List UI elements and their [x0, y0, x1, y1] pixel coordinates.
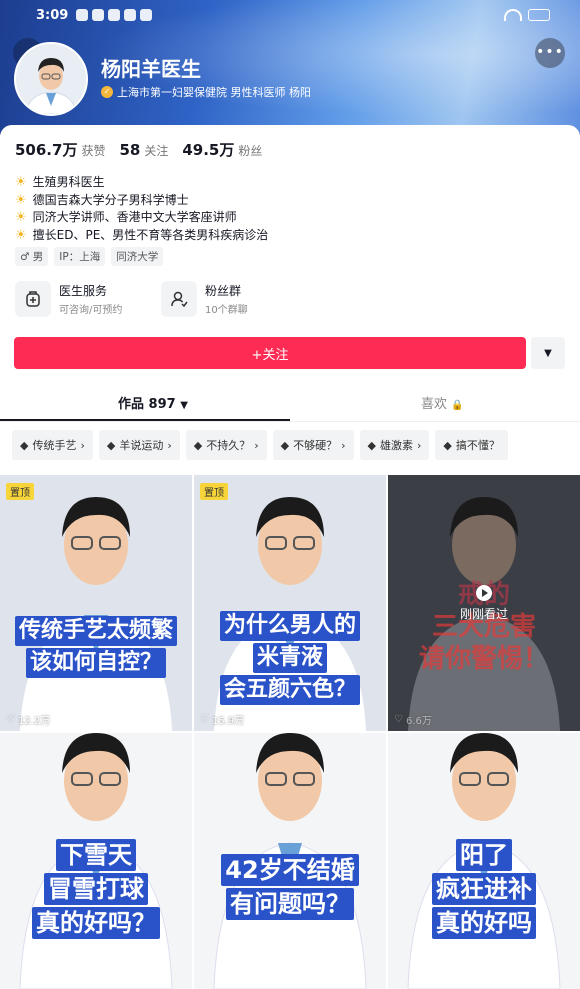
bio-line: ☀ 德国吉森大学分子男科学博士 [15, 192, 189, 208]
notification-icon [76, 9, 89, 21]
sun-icon: ☀ [15, 210, 27, 225]
notification-icon [124, 9, 137, 21]
notification-icon [92, 9, 105, 21]
layers-icon: ◆ [106, 438, 116, 452]
more-options-button[interactable]: ••• [535, 38, 565, 68]
tab-works[interactable]: 作品 897 ▼ [118, 393, 188, 412]
chevron-right-icon: › [80, 438, 85, 452]
wifi-icon [504, 9, 522, 21]
pinned-badge: 置顶 [6, 483, 34, 500]
collection-chip[interactable]: ◆ 搞不懂？ [435, 430, 508, 460]
collection-chip[interactable]: ◆ 雄激素 › [359, 430, 430, 460]
pinned-badge: 置顶 [200, 483, 228, 500]
service-subtitle: 可咨询/可预约 [59, 305, 123, 316]
bio-line: ☀ 同济大学讲师、香港中文大学客座讲师 [15, 210, 237, 225]
video-likes: ♡ 12.2万 [6, 714, 51, 727]
medical-service-icon [15, 281, 51, 317]
collection-chip[interactable]: ◆ 不持久？ › [185, 430, 267, 460]
active-tab-indicator [0, 419, 290, 421]
video-likes: ♡ 15.9万 [200, 714, 245, 727]
layers-icon: ◆ [193, 438, 203, 452]
profile-stats: 506.7万 获赞 58 关注 49.5万 粉丝 [15, 139, 262, 160]
verified-badge-icon: ✓ [101, 86, 113, 98]
video-caption: 为什么男人的 米青液 会五颜六色？ [194, 610, 386, 706]
video-likes: ♡ 6.6万 [394, 714, 432, 727]
video-thumbnail[interactable]: 42岁不结婚 有问题吗？ [194, 733, 386, 989]
sun-icon: ☀ [15, 175, 27, 190]
gender-tag: ♂ 男 [15, 247, 49, 266]
caret-down-icon: ▼ [180, 400, 188, 411]
notification-icon [140, 9, 153, 21]
school-tag[interactable]: 同济大学 [111, 247, 164, 266]
chevron-right-icon: › [341, 438, 346, 452]
stat-following[interactable]: 58 关注 [119, 140, 168, 159]
lock-icon: 🔒 [451, 400, 464, 411]
status-bar: 3:09 [36, 6, 550, 24]
service-subtitle: 10个群聊 [205, 305, 248, 316]
profile-tags: ♂ 男 IP：上海 同济大学 [15, 247, 164, 266]
group-icon [161, 281, 197, 317]
video-thumbnail[interactable]: 阳了 疯狂进补 真的好吗 [388, 733, 580, 989]
collection-chip[interactable]: ◆ 不够硬？ › [272, 430, 354, 460]
ip-tag: IP：上海 [54, 247, 106, 266]
notification-icon [108, 9, 121, 21]
chevron-right-icon: › [254, 438, 259, 452]
heart-icon: ♡ [200, 714, 209, 725]
follow-button[interactable]: +关注 [14, 337, 526, 369]
collection-chips: ◆ 传统手艺 › ◆ 羊说运动 › ◆ 不持久？ › ◆ 不够硬？ › ◆ 雄激素 › ◆ 搞不懂？ [0, 430, 580, 462]
profile-card: 506.7万 获赞 58 关注 49.5万 粉丝 ☀ 生殖男科医生 ☀ 德国吉森大学分子男… [0, 125, 580, 989]
video-thumbnail[interactable]: 置顶 为什么男人的 米青液 会五颜六色？ ♡ 15.9万 [194, 475, 386, 731]
avatar[interactable] [14, 42, 88, 116]
heart-icon: ♡ [6, 714, 15, 725]
collection-chip[interactable]: ◆ 羊说运动 › [98, 430, 180, 460]
status-time: 3:09 [36, 7, 69, 23]
layers-icon: ◆ [367, 438, 376, 452]
video-caption: 42岁不结婚 有问题吗？ [194, 853, 386, 921]
sun-icon: ☀ [15, 192, 27, 208]
bio-line: ☀ 生殖男科医生 [15, 175, 105, 190]
chevron-right-icon: › [416, 438, 422, 452]
chevron-right-icon: › [167, 438, 172, 452]
video-thumbnail[interactable]: 下雪天 冒雪打球 真的好吗？ [0, 733, 192, 989]
verification-line: ✓ 上海市第一妇婴保健院 男性科医师 杨阳 [101, 84, 311, 100]
profile-bio: ☀ 生殖男科医生 ☀ 德国吉森大学分子男科学博士 ☀ 同济大学讲师、香港中文大学客座讲… [15, 174, 268, 244]
stat-likes[interactable]: 506.7万 获赞 [15, 139, 105, 160]
service-title: 医生服务 [59, 284, 108, 298]
video-thumbnail[interactable]: 置顶 传统手艺太频繁 该如何自控？ ♡ 12.2万 [0, 475, 192, 731]
content-tabs: 作品 897 ▼ 喜欢 🔒 [0, 385, 580, 422]
verification-text: 上海市第一妇婴保健院 男性科医师 杨阳 [117, 86, 311, 99]
doctor-avatar-image [16, 44, 86, 114]
video-caption: 阳了 疯狂进补 真的好吗 [388, 838, 580, 940]
doctor-portrait-image [0, 475, 192, 731]
battery-icon [528, 9, 550, 21]
doctor-service-entry[interactable]: 医生服务 可咨询/可预约 [15, 281, 122, 317]
heart-icon: ♡ [394, 714, 403, 725]
layers-icon: ◆ [280, 438, 290, 452]
video-caption: 下雪天 冒雪打球 真的好吗？ [0, 838, 192, 940]
tab-likes[interactable]: 喜欢 🔒 [421, 393, 464, 412]
profile-name: 杨阳羊医生 [101, 57, 201, 81]
video-thumbnail[interactable]: 戒的 三大危害 请你警惕！ 刚刚看过 ♡6.6万 [388, 475, 580, 731]
sun-icon: ☀ [15, 227, 27, 243]
layers-icon: ◆ [443, 438, 452, 452]
fan-group-entry[interactable]: 粉丝群 10个群聊 [161, 281, 248, 317]
stat-followers[interactable]: 49.5万 粉丝 [182, 139, 262, 160]
layers-icon: ◆ [20, 438, 29, 452]
collection-chip[interactable]: ◆ 传统手艺 › [12, 430, 93, 460]
play-icon [476, 585, 492, 601]
bio-line: ☀ 擅长ED、PE、男性不育等各类男科疾病诊治 [15, 227, 269, 243]
service-title: 粉丝群 [205, 284, 242, 298]
chevron-down-icon[interactable]: ▼ [531, 337, 565, 369]
recently-watched-indicator: 刚刚看过 [388, 585, 580, 622]
video-caption: 传统手艺太频繁 该如何自控？ [0, 615, 192, 679]
